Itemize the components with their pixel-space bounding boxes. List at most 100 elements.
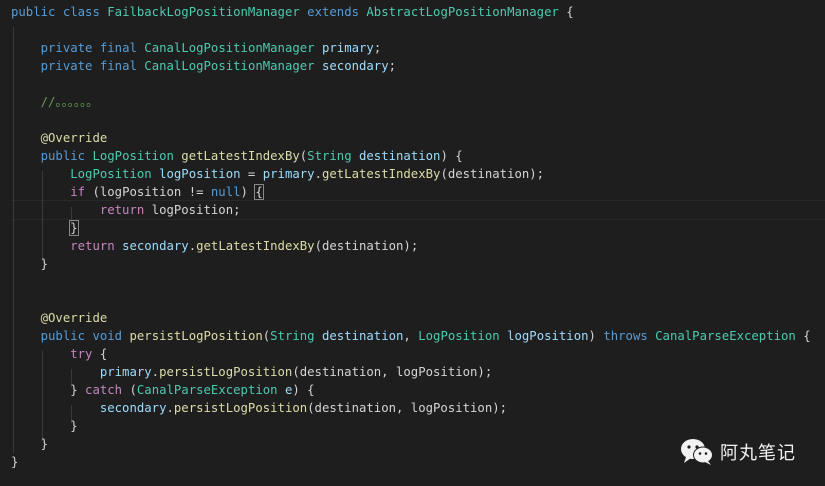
code-token: . (314, 167, 322, 181)
code-token: primary (99, 365, 152, 379)
code-token: . (151, 365, 160, 379)
code-token: logPosition (507, 329, 589, 343)
code-token: secondary (99, 401, 167, 415)
code-token: ) { (292, 383, 315, 397)
code-token: public (40, 149, 86, 163)
code-token: catch (85, 383, 123, 397)
code-token: final (99, 41, 137, 55)
code-token: ( (122, 383, 137, 397)
code-line[interactable]: public class FailbackLogPositionManager … (11, 3, 574, 21)
code-token: if (70, 185, 86, 199)
code-line[interactable]: primary.persistLogPosition(destination, … (11, 363, 492, 381)
code-token: persistLogPosition (173, 401, 308, 415)
code-token: primary (321, 41, 374, 55)
code-token: { (558, 5, 574, 19)
code-line[interactable]: } (11, 453, 18, 471)
code-token: destination (321, 329, 404, 343)
code-token: ) (240, 185, 256, 199)
code-line[interactable]: } (11, 219, 79, 237)
code-line[interactable]: return logPosition; (11, 201, 241, 219)
code-token: FailbackLogPositionManager (107, 5, 300, 19)
code-token: extends (307, 5, 359, 19)
code-token: primary (262, 167, 315, 181)
code-token: @Override (40, 131, 108, 145)
code-line[interactable]: } (11, 255, 48, 273)
matched-bracket: { (254, 184, 264, 200)
code-token: String (307, 149, 352, 163)
code-token: CanalParseException (655, 329, 796, 343)
code-editor[interactable]: public class FailbackLogPositionManager … (0, 0, 825, 486)
code-line[interactable]: } (11, 435, 48, 453)
code-token: LogPosition (92, 149, 174, 163)
watermark-text: 阿丸笔记 (720, 443, 796, 464)
code-line[interactable]: @Override (11, 129, 108, 147)
code-token: = (240, 167, 263, 181)
code-line[interactable]: public LogPosition getLatestIndexBy(Stri… (11, 147, 463, 165)
code-token: null (210, 185, 241, 199)
code-token: final (99, 59, 137, 73)
code-token: throws (603, 329, 648, 343)
code-token: (destination); (314, 239, 419, 253)
code-token: } (11, 419, 78, 433)
code-token: try (70, 347, 93, 361)
code-line[interactable]: return secondary.getLatestIndexBy(destin… (11, 237, 418, 255)
code-token: public (11, 5, 56, 19)
code-token: . (166, 401, 174, 415)
matched-bracket: } (69, 220, 79, 236)
code-token: public (40, 329, 86, 343)
code-line[interactable]: public void persistLogPosition(String de… (11, 327, 811, 345)
code-token: secondary (321, 59, 389, 73)
code-line[interactable]: @Override (11, 309, 108, 327)
code-line[interactable]: if (logPosition != null) { (11, 183, 264, 201)
code-line[interactable]: private final CanalLogPositionManager pr… (11, 39, 382, 57)
code-token: logPosition (159, 167, 241, 181)
code-token: getLatestIndexBy (321, 167, 441, 181)
code-line[interactable]: } catch (CanalParseException e) { (11, 381, 315, 399)
code-token: AbstractLogPositionManager (366, 5, 559, 19)
code-token: (destination, logPosition); (307, 401, 508, 415)
code-token: //。。。。。。 (40, 95, 99, 109)
code-token: (logPosition != (85, 185, 211, 199)
code-token: ; (373, 41, 382, 55)
code-token: class (62, 5, 100, 19)
code-token: (destination); (440, 167, 545, 181)
code-line[interactable]: } (11, 417, 78, 435)
code-line[interactable]: secondary.persistLogPosition(destination… (11, 399, 507, 417)
watermark: 阿丸笔记 (680, 437, 796, 467)
code-token: } (11, 455, 19, 469)
code-token: , (403, 329, 419, 343)
code-token: (destination, logPosition); (292, 365, 493, 379)
code-token: secondary (122, 239, 189, 253)
code-token: ) { (440, 149, 463, 163)
code-line[interactable]: LogPosition logPosition = primary.getLat… (11, 165, 544, 183)
code-token: CanalLogPositionManager (144, 59, 315, 73)
code-token: } (11, 383, 86, 397)
code-token: persistLogPosition (129, 329, 263, 343)
code-token: . (188, 239, 197, 253)
code-line[interactable]: private final CanalLogPositionManager se… (11, 57, 396, 75)
code-line[interactable]: try { (11, 345, 107, 363)
code-line[interactable]: //。。。。。。 (11, 93, 99, 111)
code-token: @Override (40, 311, 108, 325)
code-token: persistLogPosition (159, 365, 293, 379)
code-token: return (99, 203, 145, 217)
code-token: } (11, 437, 49, 451)
code-token: return (70, 239, 115, 253)
